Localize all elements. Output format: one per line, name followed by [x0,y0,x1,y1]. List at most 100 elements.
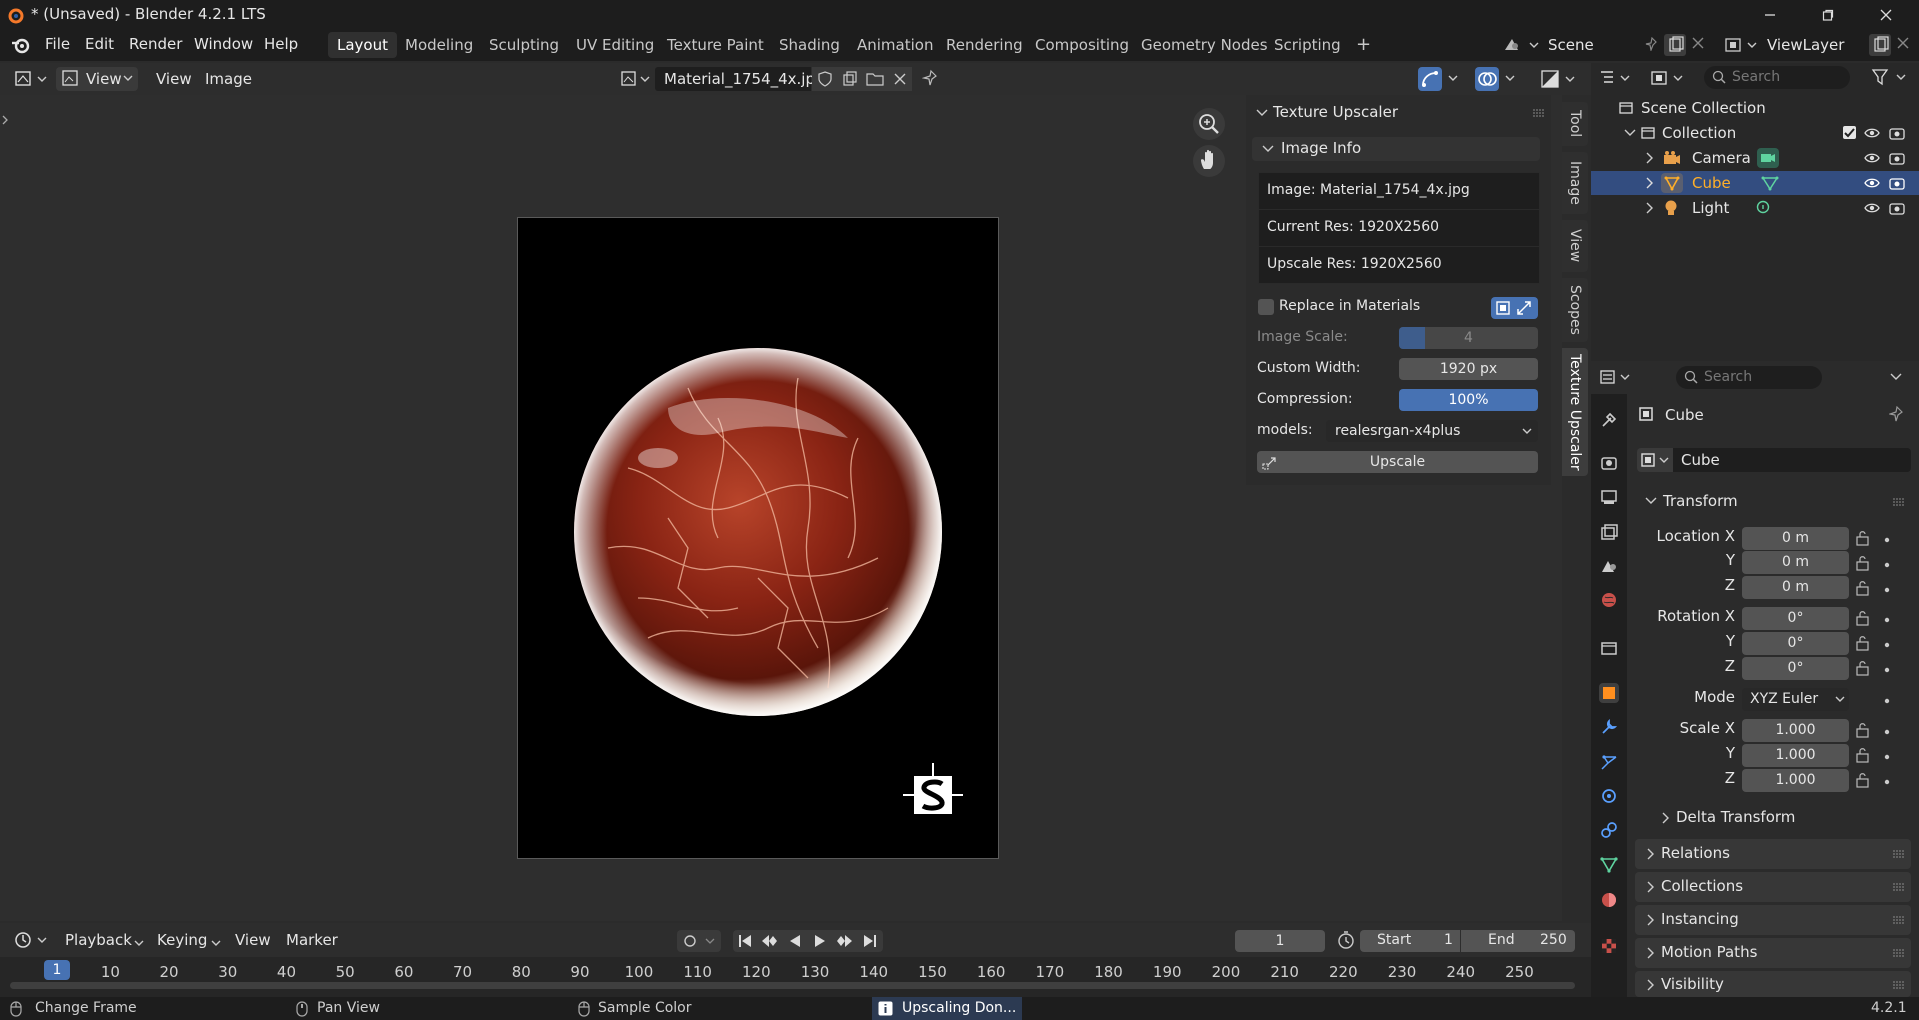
tab-layout[interactable]: Layout [328,32,397,58]
compression-slider[interactable]: 100% [1399,389,1538,411]
vtab-view[interactable]: View [1562,220,1588,272]
menu-edit[interactable]: Edit [85,35,114,53]
object-tab-icon[interactable] [1599,683,1619,703]
tab-sculpting[interactable]: Sculpting [480,32,568,58]
view-mode-dropdown[interactable]: View [56,67,138,91]
constraints-tab-icon[interactable] [1599,820,1619,840]
location-z-field[interactable]: 0 m [1742,576,1849,599]
current-frame-field[interactable]: 1 [1235,930,1325,952]
tab-rendering[interactable]: Rendering [937,32,1032,58]
image-info-subpanel-header[interactable]: Image Info [1252,137,1540,161]
chevron-right-icon[interactable] [1646,202,1654,214]
close-window-button[interactable] [1857,0,1915,29]
menu-file[interactable]: File [45,35,70,53]
outliner-search-input[interactable]: Search [1704,66,1850,89]
tab-compositing[interactable]: Compositing [1026,32,1138,58]
tab-uv-editing[interactable]: UV Editing [567,32,663,58]
chevron-down-icon[interactable] [1890,373,1902,381]
output-tab-icon[interactable] [1599,487,1619,507]
location-x-field[interactable]: 0 m [1742,527,1849,550]
upscale-button[interactable]: Upscale [1257,451,1538,473]
tab-scripting[interactable]: Scripting [1265,32,1350,58]
world-tab-icon[interactable] [1599,590,1619,610]
light-data-icon[interactable] [1754,200,1772,216]
modifier-tab-icon[interactable] [1599,717,1619,737]
eye-icon[interactable] [1864,176,1880,190]
models-dropdown[interactable]: realesrgan-x4plus [1326,420,1538,442]
outliner-row-camera[interactable]: Camera [1591,146,1919,170]
outliner-editor-type-icon[interactable] [1599,69,1633,87]
fullscreen-icon[interactable] [1516,300,1532,316]
blender-menu-icon[interactable] [10,35,32,55]
image-browse-icon[interactable] [620,69,654,89]
fake-user-shield-icon[interactable] [817,71,833,87]
camera-render-icon[interactable] [1889,126,1905,140]
play-reverse-icon[interactable] [788,934,802,948]
replace-in-materials-checkbox[interactable] [1258,299,1274,315]
menu-render[interactable]: Render [129,35,182,53]
object-name-field[interactable]: Cube [1673,448,1911,472]
camera-render-icon[interactable] [1889,176,1905,190]
pin-icon[interactable] [1889,406,1905,422]
camera-data-icon[interactable] [1757,148,1779,168]
jump-keyframe-back-icon[interactable] [760,934,780,948]
drag-handle-icon[interactable] [1892,980,1906,990]
view-layer-tab-icon[interactable] [1599,522,1619,542]
visibility-section[interactable]: Visibility [1635,971,1911,997]
camera-render-icon[interactable] [1889,201,1905,215]
vtab-scopes[interactable]: Scopes [1562,278,1588,342]
minimize-button[interactable] [1741,0,1799,29]
hand-pan-icon[interactable] [1193,145,1225,177]
timeline-scrollbar[interactable] [10,982,1575,989]
timeline-playback-menu[interactable]: Playback [65,931,132,949]
overlays-icon[interactable] [1475,67,1499,91]
transform-header[interactable]: Transform [1635,487,1911,515]
pin-icon[interactable] [1645,37,1659,51]
auto-keying-toggle[interactable] [677,930,721,952]
timeline-editor-type-icon[interactable] [14,930,50,950]
view-layer-selector-icon[interactable] [1722,34,1762,56]
drag-handle-icon[interactable] [1532,108,1546,118]
physics-tab-icon[interactable] [1599,786,1619,806]
render-tab-icon[interactable] [1599,453,1619,473]
motion-paths-section[interactable]: Motion Paths [1635,938,1911,968]
view-layer-field[interactable]: ViewLayer [1762,33,1866,57]
instancing-section[interactable]: Instancing [1635,905,1911,935]
chevron-down-icon[interactable] [1505,75,1515,83]
rotation-z-field[interactable]: 0° [1742,657,1849,680]
scale-x-field[interactable]: 1.000 [1742,719,1849,742]
timeline-marker-menu[interactable]: Marker [286,931,338,949]
menu-window[interactable]: Window [194,35,253,53]
display-mode-icon[interactable] [1650,69,1686,87]
menu-image[interactable]: Image [205,70,252,88]
scale-y-field[interactable]: 1.000 [1742,744,1849,767]
camera-render-icon[interactable] [1889,151,1905,165]
collections-section[interactable]: Collections [1635,872,1911,902]
custom-width-field[interactable]: 1920 px [1399,358,1538,380]
play-icon[interactable] [813,934,827,948]
menu-view[interactable]: View [156,70,192,88]
image-scale-slider[interactable]: 4 [1399,327,1538,349]
rotation-y-field[interactable]: 0° [1742,632,1849,655]
properties-editor-type-icon[interactable] [1599,368,1633,386]
rotation-mode-dropdown[interactable]: XYZ Euler [1742,688,1849,711]
delete-view-layer-icon[interactable] [1895,35,1911,51]
delete-scene-icon[interactable] [1690,35,1706,51]
end-frame-field[interactable]: End 250 [1461,930,1575,952]
relations-section[interactable]: Relations [1635,839,1911,869]
uv-sync-icon[interactable] [1418,67,1442,91]
location-y-field[interactable]: 0 m [1742,551,1849,574]
tab-animation[interactable]: Animation [848,32,942,58]
outliner-row-collection[interactable]: Collection [1591,121,1919,145]
tab-geometry-nodes[interactable]: Geometry Nodes [1132,32,1277,58]
outliner-row-light[interactable]: Light [1591,196,1919,220]
collection-tab-icon[interactable] [1599,638,1619,658]
vtab-texture-upscaler[interactable]: Texture Upscaler [1562,348,1588,476]
display-channels-icon[interactable] [1540,69,1580,89]
timeline-keying-menu[interactable]: Keying [157,931,207,949]
start-frame-field[interactable]: Start 1 [1360,930,1460,952]
playhead-frame-indicator[interactable]: 1 [44,960,70,980]
drag-handle-icon[interactable] [1892,915,1906,925]
jump-start-icon[interactable] [737,934,753,948]
tab-texture-paint[interactable]: Texture Paint [658,32,773,58]
